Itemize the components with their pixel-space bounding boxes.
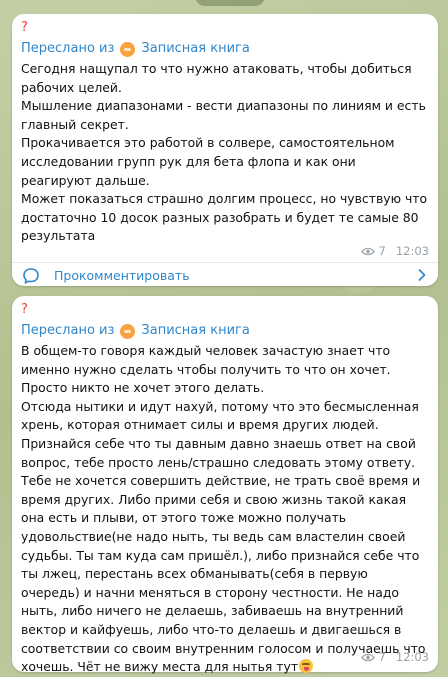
message-paragraph: Сегодня нащупал то что нужно атаковать, … <box>21 61 412 95</box>
source-avatar-icon <box>120 323 136 339</box>
view-count: 7 <box>378 650 386 664</box>
message-time: 12:03 <box>395 650 429 664</box>
message-paragraph: Мышление диапазонами - вести диапазоны п… <box>21 98 426 132</box>
message-paragraph: Прокачивается это работой в солвере, сам… <box>21 135 395 188</box>
message-text: В общем-то говоря каждый человек зачасту… <box>21 342 429 677</box>
source-channel-name[interactable]: Записная книга <box>141 321 249 341</box>
forwarded-label: Переслано из <box>21 41 115 56</box>
message-meta: 7 12:03 <box>360 244 429 258</box>
question-mark-prefix: ? <box>21 302 28 317</box>
chevron-right-icon <box>418 269 426 281</box>
source-avatar-icon <box>120 41 136 57</box>
message-paragraph-text: Признайся себе что ты давным давно знаеш… <box>21 435 426 675</box>
message-paragraph: В общем-то говоря каждый человек зачасту… <box>21 343 391 396</box>
eye-icon <box>360 653 375 661</box>
question-mark-prefix: ? <box>21 20 28 35</box>
comment-label: Прокомментировать <box>54 268 190 283</box>
date-pill <box>195 0 265 6</box>
view-count: 7 <box>378 244 386 258</box>
message-paragraph: Отсюда нытики и идут нахуй, потому что э… <box>21 398 419 433</box>
eye-icon <box>360 247 375 255</box>
smiling-face-with-tongue-icon <box>299 659 314 674</box>
forwarded-header[interactable]: Переслано из Записная книга <box>21 39 250 59</box>
message-paragraph: Признайся себе что ты давным давно знаеш… <box>21 435 429 677</box>
comment-icon <box>23 268 39 284</box>
message-bubble: ? Переслано из Записная книга В общем-то… <box>12 296 438 674</box>
message-paragraph: Может показаться страшно долгим процесс,… <box>21 191 428 244</box>
message-text: Сегодня нащупал то что нужно атаковать, … <box>21 60 429 246</box>
forwarded-label: Переслано из <box>21 323 115 338</box>
source-channel-name[interactable]: Записная книга <box>141 39 249 59</box>
message-time: 12:03 <box>395 244 429 258</box>
message-meta: 7 12:03 <box>360 650 429 664</box>
message-bubble: ? Переслано из Записная книга Сегодня на… <box>12 14 438 286</box>
forwarded-header[interactable]: Переслано из Записная книга <box>21 321 250 341</box>
comment-button[interactable]: Прокомментировать <box>12 263 438 286</box>
